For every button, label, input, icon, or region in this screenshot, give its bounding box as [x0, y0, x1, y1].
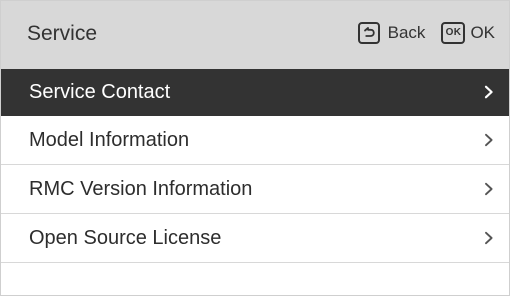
back-label: Back	[387, 23, 426, 42]
back-icon	[357, 22, 380, 44]
ok-icon: OK	[441, 22, 466, 44]
empty-menu-space	[1, 265, 509, 295]
menu-item-rmc-version-information[interactable]: RMC Version Information	[1, 165, 509, 214]
menu-item-label: Service Contact	[29, 80, 171, 103]
ok-button[interactable]: OK OK	[441, 22, 495, 44]
menu-item-model-information[interactable]: Model Information	[1, 116, 509, 165]
menu-item-label: RMC Version Information	[29, 177, 253, 200]
back-button[interactable]: Back	[357, 22, 426, 44]
header-controls: Back OK OK	[357, 22, 495, 44]
service-menu: Service Contact Model Information RMC Ve…	[1, 69, 509, 263]
menu-item-service-contact[interactable]: Service Contact	[1, 69, 509, 116]
menu-item-label: Model Information	[29, 128, 190, 151]
header-bar: Service Back OK OK	[1, 1, 509, 69]
menu-item-label: Open Source License	[29, 226, 222, 249]
ok-label: OK	[470, 23, 495, 42]
chevron-right-icon	[481, 132, 497, 148]
chevron-right-icon	[481, 181, 497, 197]
page-title: Service	[27, 22, 98, 45]
chevron-right-icon	[481, 230, 497, 246]
service-screen: Service Back OK OK Service Contact Model…	[0, 0, 510, 296]
menu-item-open-source-license[interactable]: Open Source License	[1, 214, 509, 263]
chevron-right-icon	[481, 84, 497, 100]
